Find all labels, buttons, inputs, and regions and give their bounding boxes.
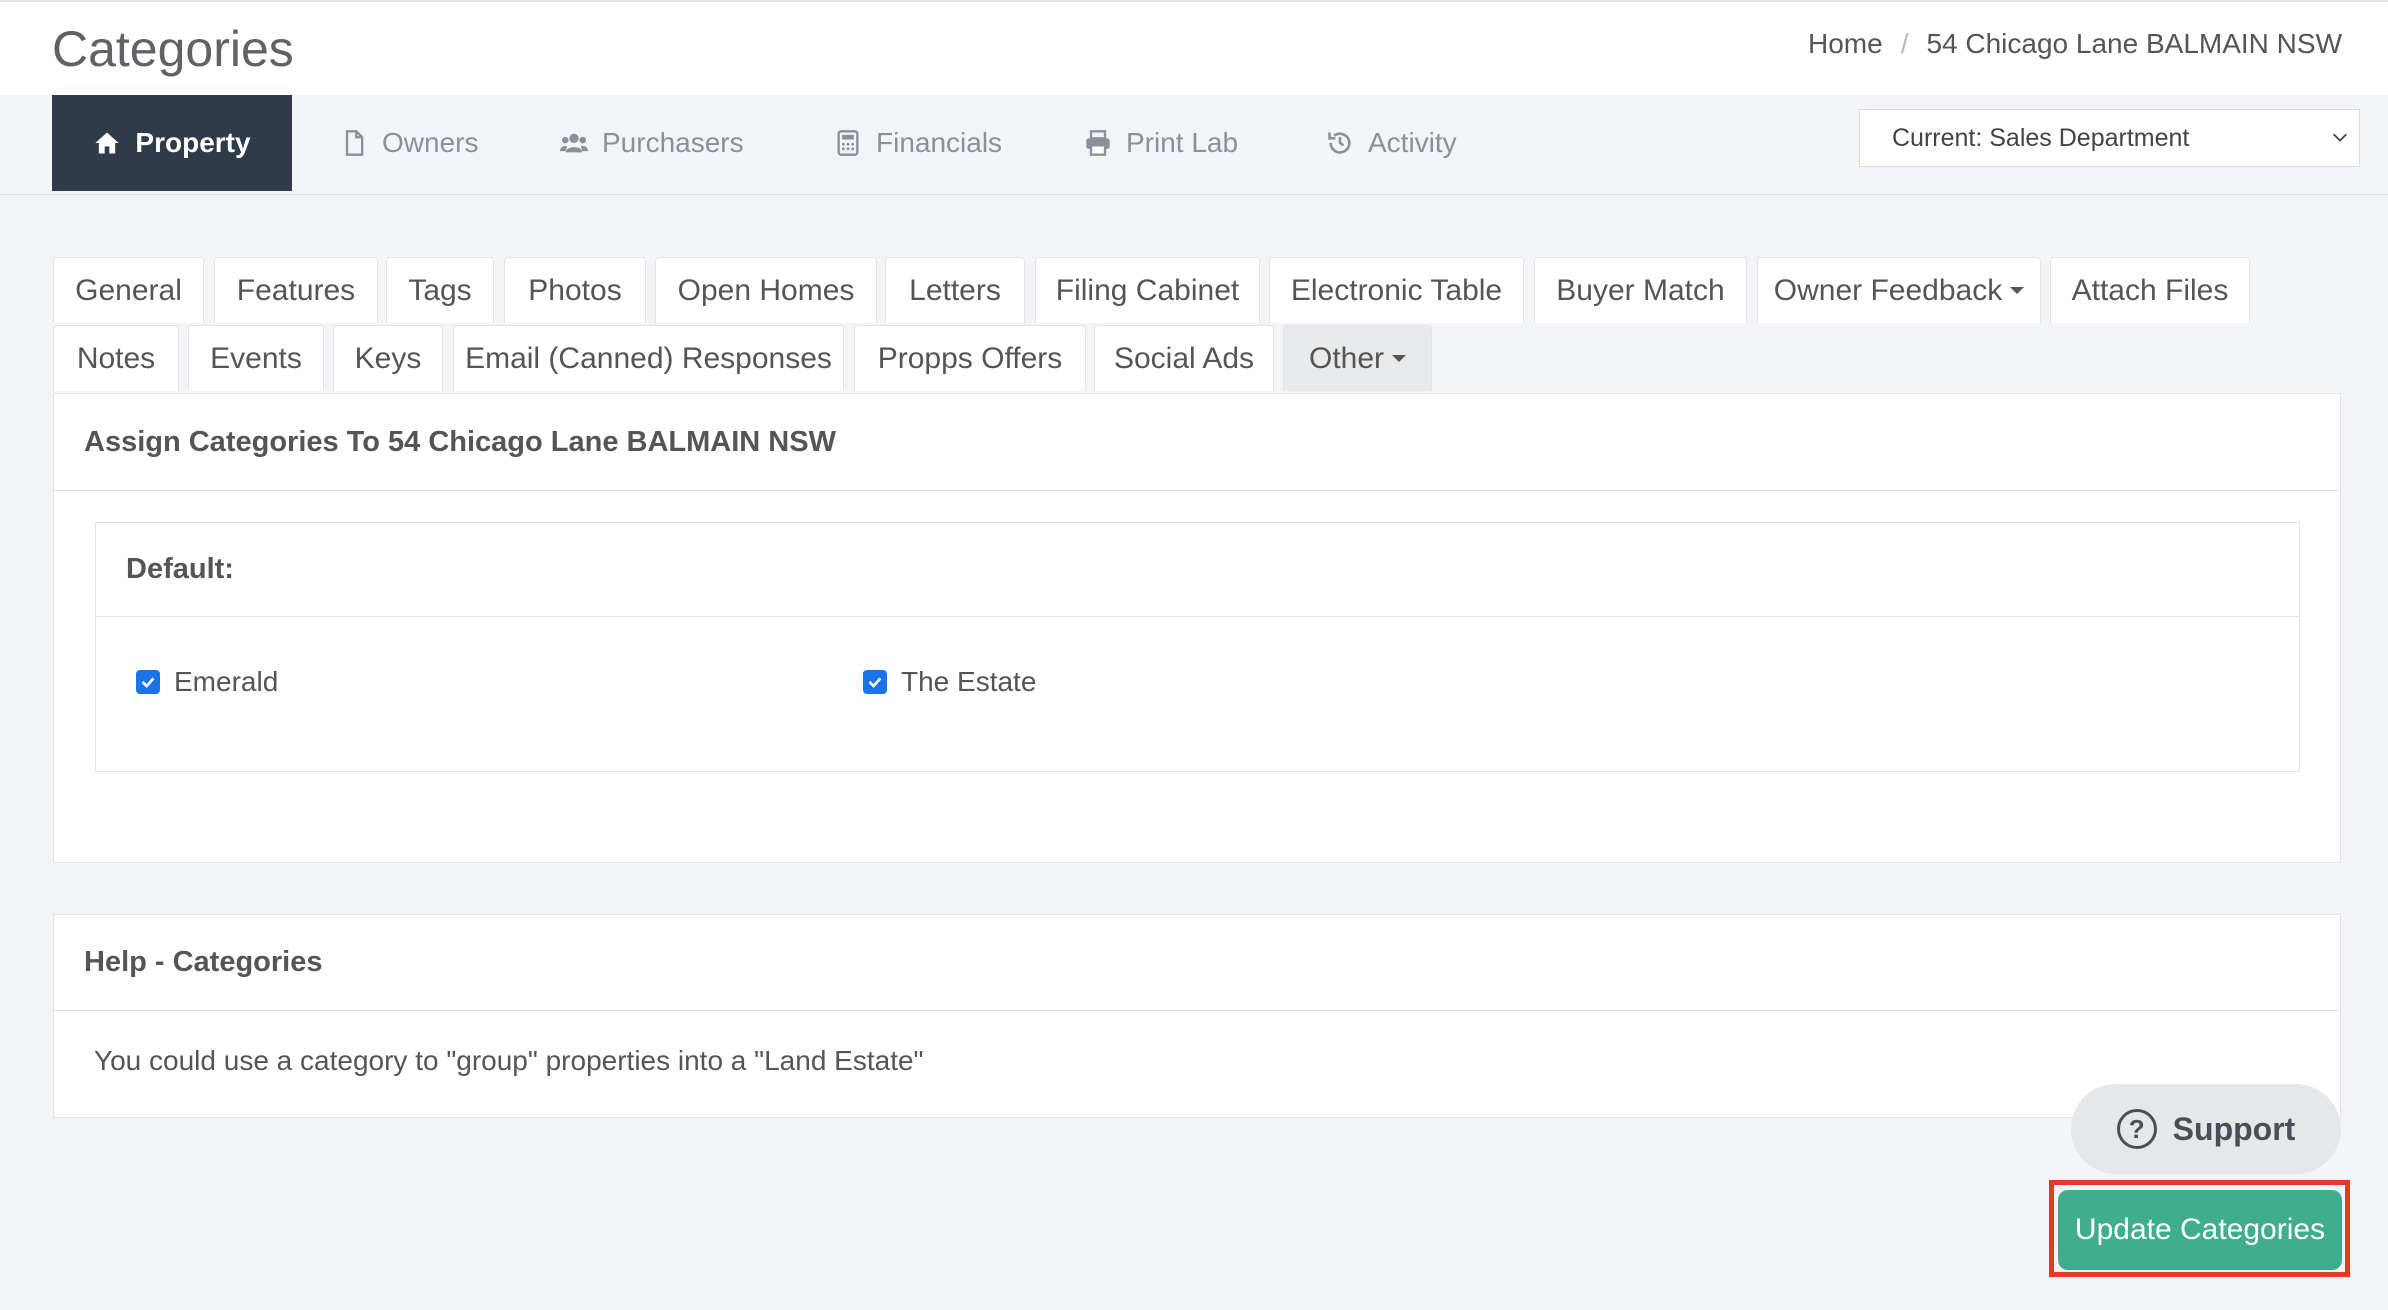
help-heading: Help - Categories — [54, 915, 2340, 1011]
help-text: You could use a category to "group" prop… — [94, 1045, 924, 1076]
subtab-events[interactable]: Events — [188, 325, 324, 391]
nav-tab-financials[interactable]: Financials — [834, 95, 1002, 191]
subtab-other-label: Other — [1308, 341, 1385, 375]
support-label: Support — [2172, 1110, 2296, 1147]
users-icon — [560, 133, 588, 153]
category-emerald[interactable]: Emerald — [136, 666, 278, 698]
nav-tab-purchasers[interactable]: Purchasers — [560, 95, 744, 191]
subtab-features[interactable]: Features — [214, 257, 378, 323]
nav-tab-label: Activity — [1368, 127, 1457, 158]
category-label: The Estate — [901, 666, 1037, 697]
caret-down-icon — [1392, 355, 1407, 362]
subtab-filing-cabinet[interactable]: Filing Cabinet — [1035, 257, 1260, 323]
update-categories-button[interactable]: Update Categories — [2058, 1190, 2342, 1270]
nav-tab-print-lab[interactable]: Print Lab — [1084, 95, 1238, 191]
chevron-down-icon — [2333, 133, 2347, 142]
subtab-keys[interactable]: Keys — [333, 325, 443, 391]
subtab-general[interactable]: General — [53, 257, 204, 323]
category-group-label: Default: — [96, 523, 2299, 617]
default-category-group: Default: Emerald The Estate — [95, 522, 2300, 772]
help-categories-panel: Help - Categories You could use a catego… — [53, 914, 2341, 1118]
top-header: Categories Home / 54 Chicago Lane BALMAI… — [0, 0, 2388, 95]
breadcrumb-current: 54 Chicago Lane BALMAIN NSW — [1926, 28, 2342, 59]
subtab-buyer-match[interactable]: Buyer Match — [1534, 257, 1747, 323]
home-icon — [95, 132, 120, 154]
support-button[interactable]: ? Support — [2071, 1084, 2341, 1174]
history-icon — [1328, 132, 1351, 154]
subtab-notes[interactable]: Notes — [53, 325, 179, 391]
subtab-photos[interactable]: Photos — [504, 257, 646, 323]
nav-tab-owners[interactable]: Owners — [340, 95, 478, 191]
assign-categories-panel: Assign Categories To 54 Chicago Lane BAL… — [53, 393, 2341, 863]
subtab-social-ads[interactable]: Social Ads — [1094, 325, 1274, 391]
subtab-other[interactable]: Other — [1283, 325, 1432, 391]
breadcrumb-home-link[interactable]: Home — [1808, 28, 1883, 60]
subtab-electronic-table[interactable]: Electronic Table — [1269, 257, 1524, 323]
printer-icon — [1086, 130, 1110, 156]
subtab-attach-files[interactable]: Attach Files — [2050, 257, 2250, 323]
file-icon — [345, 130, 364, 156]
subtab-tags[interactable]: Tags — [386, 257, 494, 323]
calculator-icon — [837, 130, 859, 156]
breadcrumb-separator: / — [1900, 28, 1909, 59]
subtab-open-homes[interactable]: Open Homes — [655, 257, 877, 323]
department-select[interactable]: Current: Sales Department — [1859, 109, 2360, 167]
subtab-propps-offers[interactable]: Propps Offers — [854, 325, 1086, 391]
main-nav: Property Owners Purchasers Financials Pr… — [0, 95, 2388, 195]
category-the-estate[interactable]: The Estate — [863, 666, 1036, 698]
nav-tab-label: Owners — [382, 127, 479, 158]
nav-tab-label: Financials — [876, 127, 1003, 158]
subtab-owner-feedback[interactable]: Owner Feedback — [1757, 257, 2041, 323]
assign-categories-heading: Assign Categories To 54 Chicago Lane BAL… — [54, 394, 2340, 491]
category-label: Emerald — [174, 666, 279, 697]
checkbox-checked-icon[interactable] — [863, 670, 887, 694]
department-select-value: Current: Sales Department — [1892, 123, 2190, 152]
nav-tab-label: Purchasers — [602, 127, 744, 158]
nav-tab-property[interactable]: Property — [52, 95, 292, 191]
nav-tab-activity[interactable]: Activity — [1326, 95, 1457, 191]
checkbox-checked-icon[interactable] — [136, 670, 160, 694]
subtab-email-responses[interactable]: Email (Canned) Responses — [453, 325, 844, 391]
breadcrumb: Home / 54 Chicago Lane BALMAIN NSW — [1808, 28, 2342, 60]
page-title: Categories — [52, 21, 294, 77]
caret-down-icon — [2010, 287, 2025, 294]
nav-tab-label: Property — [135, 127, 251, 158]
nav-tab-label: Print Lab — [1126, 127, 1239, 158]
question-circle-icon: ? — [2116, 1109, 2157, 1149]
subtab-owner-feedback-label: Owner Feedback — [1773, 273, 2003, 307]
subtab-letters[interactable]: Letters — [885, 257, 1025, 323]
